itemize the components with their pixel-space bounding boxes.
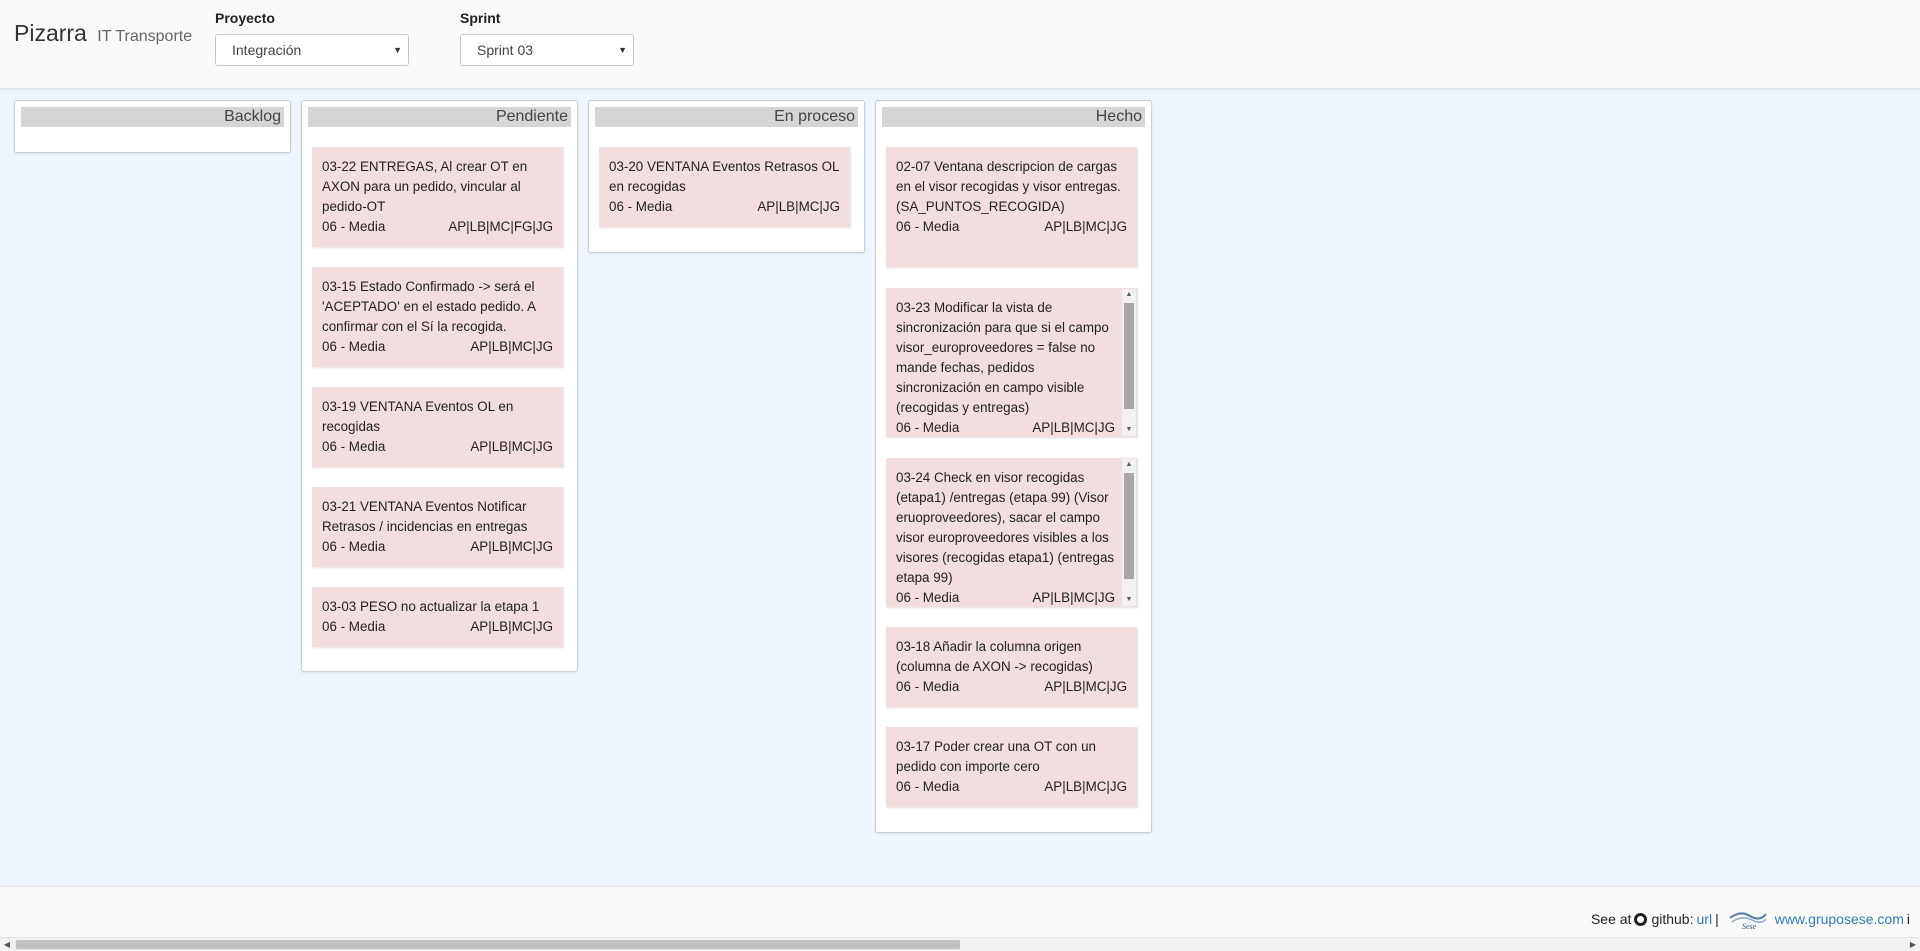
card-scrollbar[interactable]: ▲ ▼ [1122,459,1136,606]
card-assignees: AP|LB|MC|JG [470,439,553,454]
card-assignees: AP|LB|MC|JG [1032,420,1115,435]
page-footer: See at github: url | Sese www.gruposese.… [0,886,1920,937]
task-card[interactable]: 03-19 VENTANA Eventos OL en recogidas 06… [312,387,563,467]
card-priority: 06 - Media [896,590,960,605]
horizontal-scrollbar[interactable]: ◀ ▶ [0,937,1920,951]
scroll-thumb[interactable] [1124,473,1134,579]
card-assignees: AP|LB|MC|JG [757,199,840,214]
card-priority: 06 - Media [896,420,960,435]
brand-title: Pizarra [14,20,87,46]
card-text: 03-21 VENTANA Eventos Notificar Retrasos… [322,499,528,534]
card-assignees: AP|LB|MC|JG [470,339,553,354]
task-card[interactable]: 03-20 VENTANA Eventos Retrasos OL en rec… [599,147,850,227]
column-backlog: Backlog [14,100,291,153]
task-card[interactable]: 03-24 Check en visor recogidas (etapa1) … [886,458,1137,607]
card-priority: 06 - Media [896,779,960,794]
card-text: 03-15 Estado Confirmado -> será el 'ACEP… [322,279,536,334]
task-card[interactable]: 03-18 Añadir la columna origen (columna … [886,627,1137,707]
brand-subtitle: IT Transporte [97,28,193,45]
column-hecho: Hecho 02-07 Ventana descripcion de carga… [875,100,1152,833]
column-title: En proceso [595,107,858,127]
column-pendiente: Pendiente 03-22 ENTREGAS, Al crear OT en… [301,100,578,672]
card-text: 03-24 Check en visor recogidas (etapa1) … [896,470,1115,585]
card-text: 03-23 Modificar la vista de sincronizaci… [896,300,1109,415]
column-title: Backlog [21,107,284,127]
card-priority: 06 - Media [896,679,960,694]
svg-text:Sese: Sese [1742,922,1757,930]
card-text: 03-22 ENTREGAS, Al crear OT en AXON para… [322,159,528,214]
caret-down-icon: ▼ [618,45,627,55]
card-assignees: AP|LB|MC|JG [1044,679,1127,694]
footer-links: See at github: url | Sese www.gruposese.… [1591,908,1910,930]
column-en-proceso: En proceso 03-20 VENTANA Eventos Retraso… [588,100,865,253]
github-url-link[interactable]: url [1697,911,1713,927]
top-header: Pizarra IT Transporte Proyecto Integraci… [0,0,1920,89]
task-card[interactable]: 03-17 Poder crear una OT con un pedido c… [886,727,1137,807]
card-priority: 06 - Media [322,539,386,554]
card-assignees: AP|LB|MC|JG [470,619,553,634]
github-icon [1634,912,1648,926]
sese-logo: Sese [1729,912,1767,930]
task-card[interactable]: 03-03 PESO no actualizar la etapa 1 06 -… [312,587,563,647]
scroll-right-icon[interactable]: ▶ [1906,938,1920,951]
card-text: 03-19 VENTANA Eventos OL en recogidas [322,399,514,434]
task-card[interactable]: 03-23 Modificar la vista de sincronizaci… [886,288,1137,437]
card-priority: 06 - Media [322,219,386,234]
task-card[interactable]: 03-22 ENTREGAS, Al crear OT en AXON para… [312,147,563,247]
project-select-value: Integración [232,42,302,58]
sprint-select-value: Sprint 03 [477,42,534,58]
project-label: Proyecto [215,10,275,26]
scroll-up-icon[interactable]: ▲ [1122,459,1136,471]
task-card[interactable]: 03-15 Estado Confirmado -> será el 'ACEP… [312,267,563,367]
card-text: 03-17 Poder crear una OT con un pedido c… [896,739,1096,774]
footer-separator: | [1715,911,1719,927]
card-priority: 06 - Media [896,219,960,234]
sprint-label: Sprint [460,10,501,26]
task-card[interactable]: 02-07 Ventana descripcion de cargas en e… [886,147,1137,267]
scroll-thumb[interactable] [1124,303,1134,409]
horizontal-scroll-thumb[interactable] [16,940,960,949]
card-text: 03-18 Añadir la columna origen (columna … [896,639,1093,674]
scroll-down-icon[interactable]: ▼ [1122,594,1136,606]
scroll-up-icon[interactable]: ▲ [1122,289,1136,301]
app-brand[interactable]: Pizarra IT Transporte [14,20,192,47]
card-priority: 06 - Media [322,339,386,354]
card-assignees: AP|LB|MC|JG [1032,590,1115,605]
scroll-left-icon[interactable]: ◀ [0,938,14,951]
card-text: 02-07 Ventana descripcion de cargas en e… [896,159,1121,214]
card-assignees: AP|LB|MC|JG [470,539,553,554]
footer-github-label: github: [1651,911,1694,927]
card-priority: 06 - Media [322,439,386,454]
footer-trailing: i [1906,911,1910,927]
task-card[interactable]: 03-21 VENTANA Eventos Notificar Retrasos… [312,487,563,567]
gruposese-link[interactable]: www.gruposese.com [1775,911,1904,927]
column-title: Hecho [882,107,1145,127]
caret-down-icon: ▼ [393,45,402,55]
card-text: 03-20 VENTANA Eventos Retrasos OL en rec… [609,159,839,194]
card-priority: 06 - Media [322,619,386,634]
scroll-down-icon[interactable]: ▼ [1122,424,1136,436]
project-select[interactable]: Integración ▼ [215,34,409,66]
column-title: Pendiente [308,107,571,127]
sprint-select[interactable]: Sprint 03 ▼ [460,34,634,66]
card-assignees: AP|LB|MC|JG [1044,779,1127,794]
card-text: 03-03 PESO no actualizar la etapa 1 [322,599,540,614]
card-scrollbar[interactable]: ▲ ▼ [1122,289,1136,436]
card-assignees: AP|LB|MC|JG [1044,219,1127,234]
card-priority: 06 - Media [609,199,673,214]
card-assignees: AP|LB|MC|FG|JG [448,219,553,234]
footer-see-at: See at [1590,911,1632,927]
